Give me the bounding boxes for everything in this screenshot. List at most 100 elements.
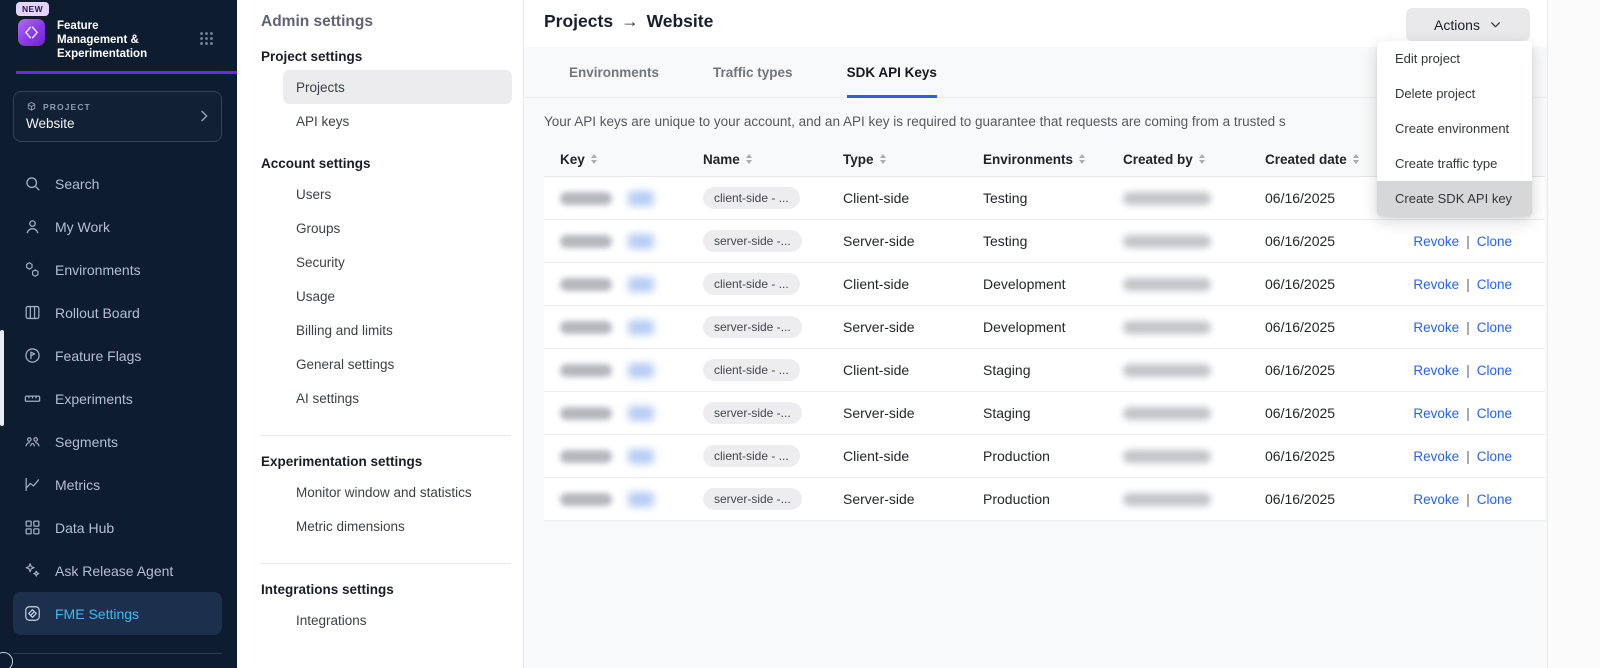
main-content: Projects→Website Actions Environments Tr… xyxy=(524,0,1547,668)
environment-cell: Production xyxy=(983,448,1123,464)
sidebar-item-fme-settings[interactable]: FME Settings xyxy=(13,592,222,635)
admin-section-divider xyxy=(261,435,511,436)
admin-item-api-keys[interactable]: API keys xyxy=(283,104,512,138)
name-cell: server-side -... xyxy=(703,316,843,338)
admin-item-usage[interactable]: Usage xyxy=(283,279,512,313)
fme-icon xyxy=(23,604,42,623)
created-by-cell xyxy=(1123,321,1265,334)
admin-item-billing-and-limits[interactable]: Billing and limits xyxy=(283,313,512,347)
revoke-link[interactable]: Revoke xyxy=(1413,234,1459,249)
column-header-environments[interactable]: Environments xyxy=(983,152,1123,167)
column-label: Created date xyxy=(1265,152,1347,167)
app-root: NEW Feature Management & Experimentation xyxy=(0,0,1600,668)
revoke-link[interactable]: Revoke xyxy=(1413,320,1459,335)
table-row: server-side -... Server-side Production … xyxy=(544,478,1545,521)
row-actions: Revoke|Clone xyxy=(1413,234,1545,249)
created-by-cell xyxy=(1123,278,1265,291)
admin-item-general-settings[interactable]: General settings xyxy=(283,347,512,381)
breadcrumb-current: Website xyxy=(647,11,714,31)
redacted-created-by-blob xyxy=(1123,407,1211,420)
environment-cell: Production xyxy=(983,491,1123,507)
apps-grid-icon[interactable] xyxy=(198,30,215,52)
admin-item-integrations[interactable]: Integrations xyxy=(283,603,512,637)
tab-sdk-api-keys[interactable]: SDK API Keys xyxy=(847,47,937,97)
menu-item-delete-project[interactable]: Delete project xyxy=(1377,76,1532,111)
sort-icon xyxy=(1353,154,1359,164)
sidebar-item-experiments[interactable]: Experiments xyxy=(13,377,222,420)
sidebar-item-rollout-board[interactable]: Rollout Board xyxy=(13,291,222,334)
column-label: Created by xyxy=(1123,152,1193,167)
created-by-cell xyxy=(1123,192,1265,205)
column-header-key[interactable]: Key xyxy=(544,152,703,167)
clone-link[interactable]: Clone xyxy=(1477,277,1512,292)
admin-item-monitor-window-and-statistics[interactable]: Monitor window and statistics xyxy=(283,475,512,509)
type-cell: Server-side xyxy=(843,491,983,507)
sidebar-item-segments[interactable]: Segments xyxy=(13,420,222,463)
admin-item-ai-settings[interactable]: AI settings xyxy=(283,381,512,415)
environment-cell: Development xyxy=(983,319,1123,335)
sidebar-item-feature-flags[interactable]: Feature Flags xyxy=(13,334,222,377)
admin-item-security[interactable]: Security xyxy=(283,245,512,279)
sidebar-item-environments[interactable]: Environments xyxy=(13,248,222,291)
sidebar-item-data-hub[interactable]: Data Hub xyxy=(13,506,222,549)
menu-item-edit-project[interactable]: Edit project xyxy=(1377,41,1532,76)
row-actions: Revoke|Clone xyxy=(1413,363,1545,378)
row-actions: Revoke|Clone xyxy=(1413,277,1545,292)
created-by-cell xyxy=(1123,235,1265,248)
revoke-link[interactable]: Revoke xyxy=(1413,449,1459,464)
tab-label: Traffic types xyxy=(713,65,793,80)
type-cell: Client-side xyxy=(843,190,983,206)
redacted-key-icon xyxy=(628,191,654,206)
key-cell xyxy=(544,449,703,464)
key-cell xyxy=(544,191,703,206)
clone-link[interactable]: Clone xyxy=(1477,492,1512,507)
redacted-created-by-blob xyxy=(1123,493,1211,506)
admin-item-users[interactable]: Users xyxy=(283,177,512,211)
sidebar-item-ask-release-agent[interactable]: Ask Release Agent xyxy=(13,549,222,592)
menu-item-create-environment[interactable]: Create environment xyxy=(1377,111,1532,146)
sidebar-item-metrics[interactable]: Metrics xyxy=(13,463,222,506)
sidebar-item-search[interactable]: Search xyxy=(13,162,222,205)
key-cell xyxy=(544,406,703,421)
breadcrumb-parent[interactable]: Projects xyxy=(544,11,613,31)
clone-link[interactable]: Clone xyxy=(1477,449,1512,464)
tab-environments[interactable]: Environments xyxy=(569,47,659,97)
page-header: Projects→Website Actions xyxy=(524,0,1547,47)
clone-link[interactable]: Clone xyxy=(1477,320,1512,335)
type-cell: Server-side xyxy=(843,233,983,249)
actions-button[interactable]: Actions xyxy=(1406,8,1530,41)
environment-cell: Testing xyxy=(983,190,1123,206)
admin-item-metric-dimensions[interactable]: Metric dimensions xyxy=(283,509,512,543)
sidebar-item-my-work[interactable]: My Work xyxy=(13,205,222,248)
column-header-type[interactable]: Type xyxy=(843,152,983,167)
clone-link[interactable]: Clone xyxy=(1477,406,1512,421)
type-cell: Client-side xyxy=(843,276,983,292)
name-cell: server-side -... xyxy=(703,402,843,424)
revoke-link[interactable]: Revoke xyxy=(1413,492,1459,507)
tab-label: SDK API Keys xyxy=(847,65,937,80)
redacted-created-by-blob xyxy=(1123,278,1211,291)
api-key-name-pill: client-side - ... xyxy=(703,445,800,467)
cube-icon xyxy=(26,101,37,112)
clone-link[interactable]: Clone xyxy=(1477,363,1512,378)
table-row: server-side -... Server-side Staging 06/… xyxy=(544,392,1545,435)
sidebar-item-label: Search xyxy=(55,176,99,192)
bottom-corner-icon[interactable] xyxy=(0,652,13,668)
project-selector[interactable]: PROJECT Website xyxy=(13,91,222,142)
revoke-link[interactable]: Revoke xyxy=(1413,406,1459,421)
admin-item-groups[interactable]: Groups xyxy=(283,211,512,245)
column-label: Name xyxy=(703,152,740,167)
sort-icon xyxy=(591,154,597,164)
sidebar-item-label: Ask Release Agent xyxy=(55,563,173,579)
admin-item-projects[interactable]: Projects xyxy=(283,70,512,104)
column-header-created-by[interactable]: Created by xyxy=(1123,152,1265,167)
column-header-name[interactable]: Name xyxy=(703,152,843,167)
clone-link[interactable]: Clone xyxy=(1477,234,1512,249)
created-date-cell: 06/16/2025 xyxy=(1265,405,1405,421)
sidebar-scrollbar[interactable] xyxy=(0,330,4,426)
revoke-link[interactable]: Revoke xyxy=(1413,363,1459,378)
revoke-link[interactable]: Revoke xyxy=(1413,277,1459,292)
tab-traffic-types[interactable]: Traffic types xyxy=(713,47,793,97)
menu-item-create-sdk-api-key[interactable]: Create SDK API key xyxy=(1377,181,1532,216)
menu-item-create-traffic-type[interactable]: Create traffic type xyxy=(1377,146,1532,181)
